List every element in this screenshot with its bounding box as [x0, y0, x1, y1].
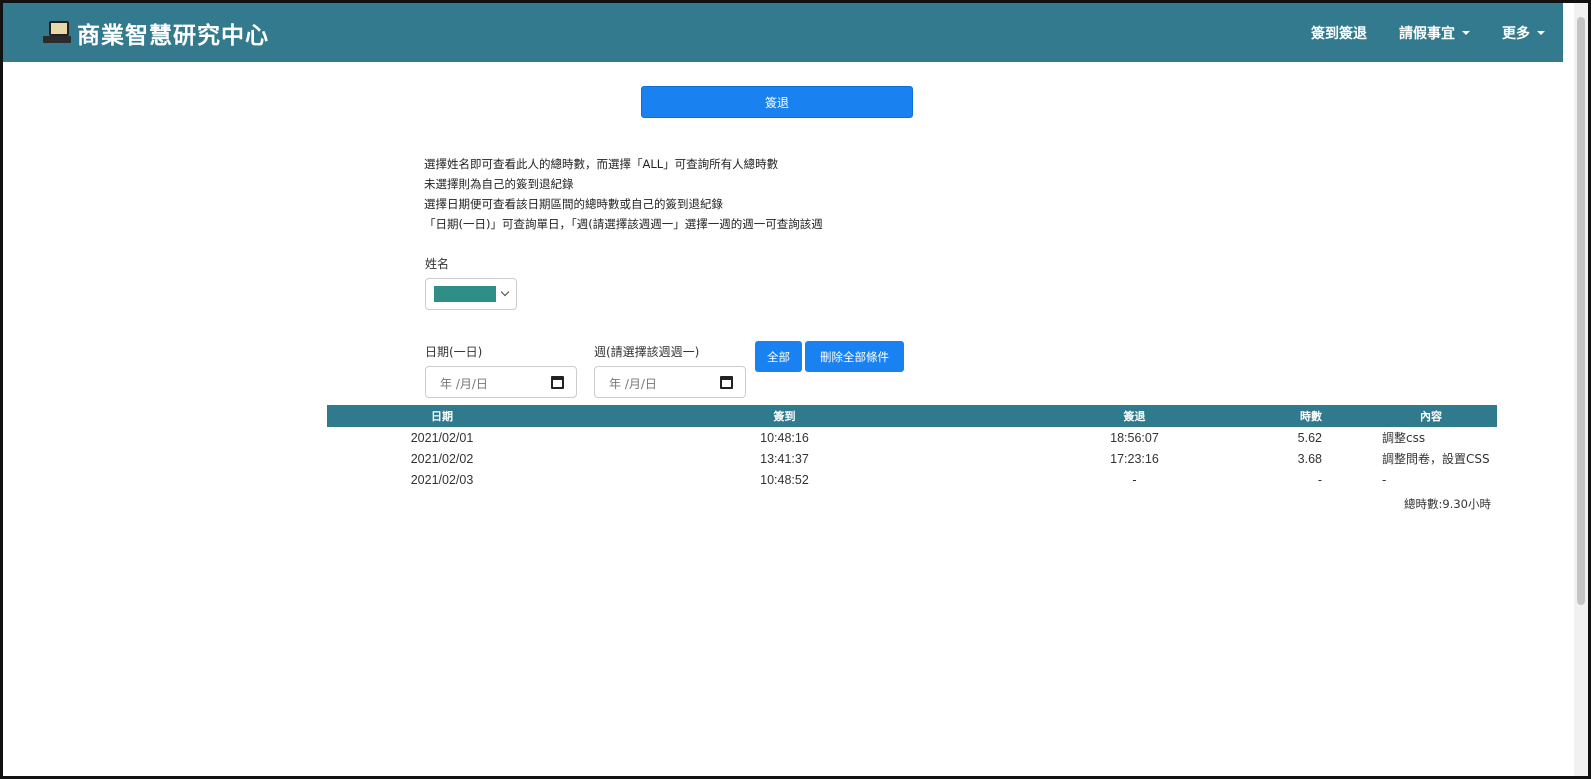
- column-header-checkout: 簽退: [1123, 410, 1146, 423]
- calendar-icon[interactable]: [720, 376, 733, 389]
- cell-checkin: 13:41:37: [760, 451, 809, 466]
- vertical-scrollbar[interactable]: [1574, 3, 1588, 776]
- total-hours: 總時數:9.30小時: [1404, 497, 1491, 511]
- cell-checkout: -: [1132, 472, 1137, 487]
- all-button[interactable]: 全部: [755, 341, 802, 372]
- name-select[interactable]: [425, 278, 517, 310]
- checkout-button[interactable]: 簽退: [641, 86, 913, 118]
- date-input[interactable]: 年 /月/日: [425, 366, 577, 398]
- nav-item-label: 簽到簽退: [1311, 25, 1367, 42]
- nav-item-label: 更多: [1502, 25, 1530, 42]
- column-header-content: 內容: [1420, 410, 1442, 423]
- brand-title: 商業智慧研究中心: [77, 23, 269, 49]
- nav-item-checkin[interactable]: 簽到簽退: [1311, 23, 1367, 43]
- column-header-checkin: 簽到: [773, 410, 796, 423]
- brand-link[interactable]: 商業智慧研究中心: [43, 17, 269, 49]
- cell-hours: 3.68: [1297, 451, 1322, 466]
- instruction-line: 選擇日期便可查看該日期區間的總時數或自己的簽到退紀錄: [424, 197, 723, 211]
- date-label: 日期(一日): [425, 345, 483, 359]
- scrollbar-thumb[interactable]: [1577, 17, 1585, 605]
- column-header-date: 日期: [431, 410, 453, 423]
- instruction-line: 「日期(一日)」可查詢單日，「週(請選擇該週週一」選擇一週的週一可查詢該週: [424, 217, 823, 231]
- cell-content: 調整問卷，設置CSS: [1382, 452, 1490, 466]
- week-placeholder: 年 /月/日: [609, 377, 657, 391]
- cell-date: 2021/02/01: [410, 430, 474, 445]
- clear-conditions-button[interactable]: 刪除全部條件: [805, 341, 904, 372]
- attendance-table: 日期 簽到 簽退 時數 內容 2021/02/01 10:48:16 18:56…: [327, 405, 1497, 490]
- column-header-hours: 時數: [1300, 410, 1322, 423]
- instruction-line: 未選擇則為自己的簽到退紀錄: [424, 177, 574, 191]
- cell-hours: -: [1317, 472, 1322, 487]
- navbar: 商業智慧研究中心 簽到簽退 請假事宜 更多: [3, 3, 1563, 62]
- cell-date: 2021/02/02: [410, 451, 474, 466]
- week-input[interactable]: 年 /月/日: [594, 366, 746, 398]
- cell-checkin: 10:48:52: [760, 472, 809, 487]
- table-row: 2021/02/03 10:48:52 - - -: [327, 469, 1497, 490]
- nav-item-leave[interactable]: 請假事宜: [1399, 23, 1470, 43]
- cell-checkout: 18:56:07: [1110, 430, 1159, 445]
- cell-hours: 5.62: [1297, 430, 1322, 445]
- cell-checkout: 17:23:16: [1110, 451, 1159, 466]
- table-row: 2021/02/02 13:41:37 17:23:16 3.68 調整問卷，設…: [327, 448, 1497, 469]
- instruction-line: 選擇姓名即可查看此人的總時數，而選擇「ALL」可查詢所有人總時數: [424, 157, 779, 171]
- computer-icon: [43, 21, 71, 45]
- cell-content: -: [1382, 472, 1387, 487]
- table-row: 2021/02/01 10:48:16 18:56:07 5.62 調整css: [327, 427, 1497, 448]
- browser-frame: 商業智慧研究中心 簽到簽退 請假事宜 更多 簽退 選擇姓名即可查看此人的總時數，…: [0, 0, 1591, 779]
- redacted-name-value: [434, 286, 496, 302]
- cell-content: 調整css: [1382, 431, 1426, 445]
- chevron-down-icon: [500, 287, 510, 297]
- nav-menu: 簽到簽退 請假事宜 更多: [1279, 3, 1545, 62]
- caret-down-icon: [1537, 30, 1545, 35]
- week-label: 週(請選擇該週週一): [594, 345, 700, 359]
- caret-down-icon: [1462, 30, 1470, 35]
- cell-date: 2021/02/03: [410, 472, 474, 487]
- nav-item-more[interactable]: 更多: [1502, 23, 1545, 43]
- date-placeholder: 年 /月/日: [440, 377, 488, 391]
- cell-checkin: 10:48:16: [760, 430, 809, 445]
- instructions: 選擇姓名即可查看此人的總時數，而選擇「ALL」可查詢所有人總時數 未選擇則為自己…: [424, 154, 823, 234]
- name-label: 姓名: [425, 257, 450, 271]
- nav-item-label: 請假事宜: [1399, 25, 1455, 42]
- table-header: 日期 簽到 簽退 時數 內容: [327, 405, 1497, 427]
- calendar-icon[interactable]: [551, 376, 564, 389]
